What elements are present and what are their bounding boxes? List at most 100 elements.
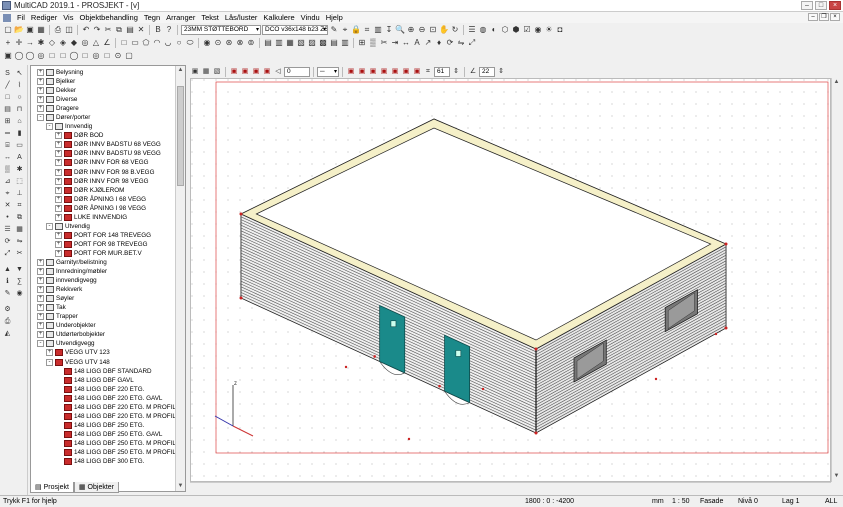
zoom-spin-icon[interactable]: ⇕ <box>451 67 461 76</box>
block-tool-icon[interactable]: ▦ <box>15 225 24 234</box>
menu-help[interactable]: Hjelp <box>323 13 346 22</box>
tree-item[interactable]: 148 LIGG DBF 220 ETG. M PROFIL <box>31 403 175 412</box>
expand-icon[interactable]: + <box>37 78 44 86</box>
column-tool-icon[interactable]: ▮ <box>15 129 24 138</box>
symbol-icon[interactable]: ♦ <box>434 38 444 48</box>
menu-file[interactable]: Fil <box>14 13 28 22</box>
menu-draw[interactable]: Tegn <box>141 13 163 22</box>
view-mode-icon[interactable]: ▣ <box>190 67 200 76</box>
circle-snap-icon[interactable]: ◎ <box>80 38 90 48</box>
scale-tool-icon[interactable]: ⤢ <box>3 249 12 258</box>
expand-icon[interactable]: + <box>37 259 44 266</box>
mirror-icon[interactable]: ⇋ <box>456 38 466 48</box>
number-field[interactable]: 0 <box>284 66 310 77</box>
leader-icon[interactable]: ↗ <box>423 38 433 48</box>
red-square9-icon[interactable]: ▣ <box>390 67 400 76</box>
tree-item[interactable]: + DØR INNV FOR 68 VEGG <box>31 158 175 167</box>
light-icon[interactable]: ☀ <box>544 25 554 35</box>
tab-objects[interactable]: ▦ Objekter <box>73 482 120 493</box>
expand-icon[interactable]: + <box>37 313 44 321</box>
square-tool4-icon[interactable]: □ <box>102 51 112 61</box>
wall-tool-icon[interactable]: ▤ <box>3 105 12 114</box>
expand-icon[interactable]: + <box>55 168 62 176</box>
square-tool2-icon[interactable]: □ <box>58 51 68 61</box>
layers-icon[interactable]: ☰ <box>467 25 477 35</box>
area-tool-icon[interactable]: ⬚ <box>15 177 24 186</box>
paint-tool-icon[interactable]: ✎ <box>3 289 12 298</box>
menu-calculate[interactable]: Kalkulere <box>260 13 297 22</box>
tree-item[interactable]: - VEGG UTV 148 <box>31 358 175 367</box>
tab-project[interactable]: ▤ Prosjekt <box>30 482 74 493</box>
target-icon[interactable]: ⊙ <box>113 51 123 61</box>
expand-icon[interactable]: + <box>55 141 62 149</box>
scroll-up-icon[interactable]: ▲ <box>176 66 185 75</box>
symbol-tool-icon[interactable]: ✱ <box>15 165 24 174</box>
slab-tool-icon[interactable]: ▭ <box>15 141 24 150</box>
ellipse-icon[interactable]: ⬭ <box>185 38 195 48</box>
camera-icon[interactable]: ◘ <box>555 25 565 35</box>
tree-item[interactable]: - Utvendigvegg <box>31 339 175 348</box>
red-square2-icon[interactable]: ▣ <box>240 67 250 76</box>
zoom-fit-icon[interactable]: ⊡ <box>428 25 438 35</box>
save-icon[interactable]: ▣ <box>25 25 35 35</box>
collapse-icon[interactable]: - <box>37 340 44 348</box>
trim-icon[interactable]: ✂ <box>379 38 389 48</box>
expand-icon[interactable]: + <box>37 96 44 104</box>
tree-item[interactable]: + LUKE INNVENDIG <box>31 213 175 222</box>
expand-icon[interactable]: + <box>55 177 62 185</box>
expand-icon[interactable]: + <box>37 69 44 77</box>
red-tool1-icon[interactable]: ▲ <box>3 265 12 274</box>
print-icon[interactable]: ⎙ <box>53 25 63 35</box>
view-mode3-icon[interactable]: ▧ <box>212 67 222 76</box>
wall-type7-icon[interactable]: ▤ <box>329 38 339 48</box>
circle-tool-icon[interactable]: ◯ <box>14 51 24 61</box>
tree-item[interactable]: + Tak <box>31 303 175 312</box>
layer-combo[interactable]: 23MM STØTTEBORD ▾ <box>181 25 261 35</box>
undo-icon[interactable]: ↶ <box>81 25 91 35</box>
select-tool-icon[interactable]: S <box>3 69 12 78</box>
collapse-icon[interactable]: - <box>46 222 53 230</box>
square-tool5-icon[interactable]: ▢ <box>124 51 134 61</box>
tree-item[interactable]: + VEGG UTV 123 <box>31 348 175 357</box>
print-tool-icon[interactable]: ⎙ <box>3 317 12 326</box>
menu-arrange[interactable]: Arranger <box>163 13 198 22</box>
collapse-icon[interactable]: - <box>46 358 53 366</box>
diamond3-icon[interactable]: ◆ <box>69 38 79 48</box>
view3d-icon[interactable]: ⬢ <box>511 25 521 35</box>
tree-item[interactable]: - Innvendig <box>31 122 175 131</box>
tree-item[interactable]: 148 LIGG DBF GAVL <box>31 376 175 385</box>
tree-item[interactable]: - Dører/porter <box>31 113 175 122</box>
tree-item[interactable]: 148 LIGG DBF 250 ETG. M PROFIL <box>31 439 175 448</box>
red-square6-icon[interactable]: ▣ <box>357 67 367 76</box>
red-square7-icon[interactable]: ▣ <box>368 67 378 76</box>
tree-item[interactable]: 148 LIGG DBF 220 ETG. GAVL <box>31 394 175 403</box>
menu-text[interactable]: Tekst <box>198 13 222 22</box>
menu-object[interactable]: Objektbehandling <box>76 13 140 22</box>
paste-icon[interactable]: ▤ <box>125 25 135 35</box>
tree-item[interactable]: + DØR INNV FOR 98 VEGG <box>31 177 175 186</box>
red-tool2-icon[interactable]: ▼ <box>15 265 24 274</box>
doc-minimize-button[interactable]: – <box>808 13 818 21</box>
expand-icon[interactable]: + <box>37 277 44 285</box>
tree-scrollbar[interactable]: ▲ ▼ <box>175 66 185 491</box>
close-button[interactable]: × <box>829 1 841 10</box>
move-icon[interactable]: ✛ <box>14 38 24 48</box>
minimize-button[interactable]: – <box>801 1 813 10</box>
angle-icon[interactable]: ∠ <box>468 67 478 76</box>
canvas-hscrollbar[interactable] <box>190 482 831 492</box>
rotate-tool-icon[interactable]: ⟳ <box>3 237 12 246</box>
rect2-icon[interactable]: ▭ <box>130 38 140 48</box>
roof-tool-icon[interactable]: ⌂ <box>15 117 24 126</box>
wall-type3-icon[interactable]: ▦ <box>285 38 295 48</box>
wall-type8-icon[interactable]: ▥ <box>340 38 350 48</box>
expand-icon[interactable]: + <box>55 150 62 158</box>
expand-icon[interactable]: + <box>46 349 53 357</box>
tree-item[interactable]: - Utvendig <box>31 222 175 231</box>
save3-icon[interactable]: ▣ <box>3 51 13 61</box>
expand-icon[interactable]: + <box>55 231 62 239</box>
document-icon[interactable] <box>3 13 11 22</box>
stair-tool-icon[interactable]: ⌸ <box>3 141 12 150</box>
zoom-out-icon[interactable]: ⊖ <box>417 25 427 35</box>
saveall-icon[interactable]: ▦ <box>36 25 46 35</box>
arrow-right-icon[interactable]: → <box>25 38 35 48</box>
